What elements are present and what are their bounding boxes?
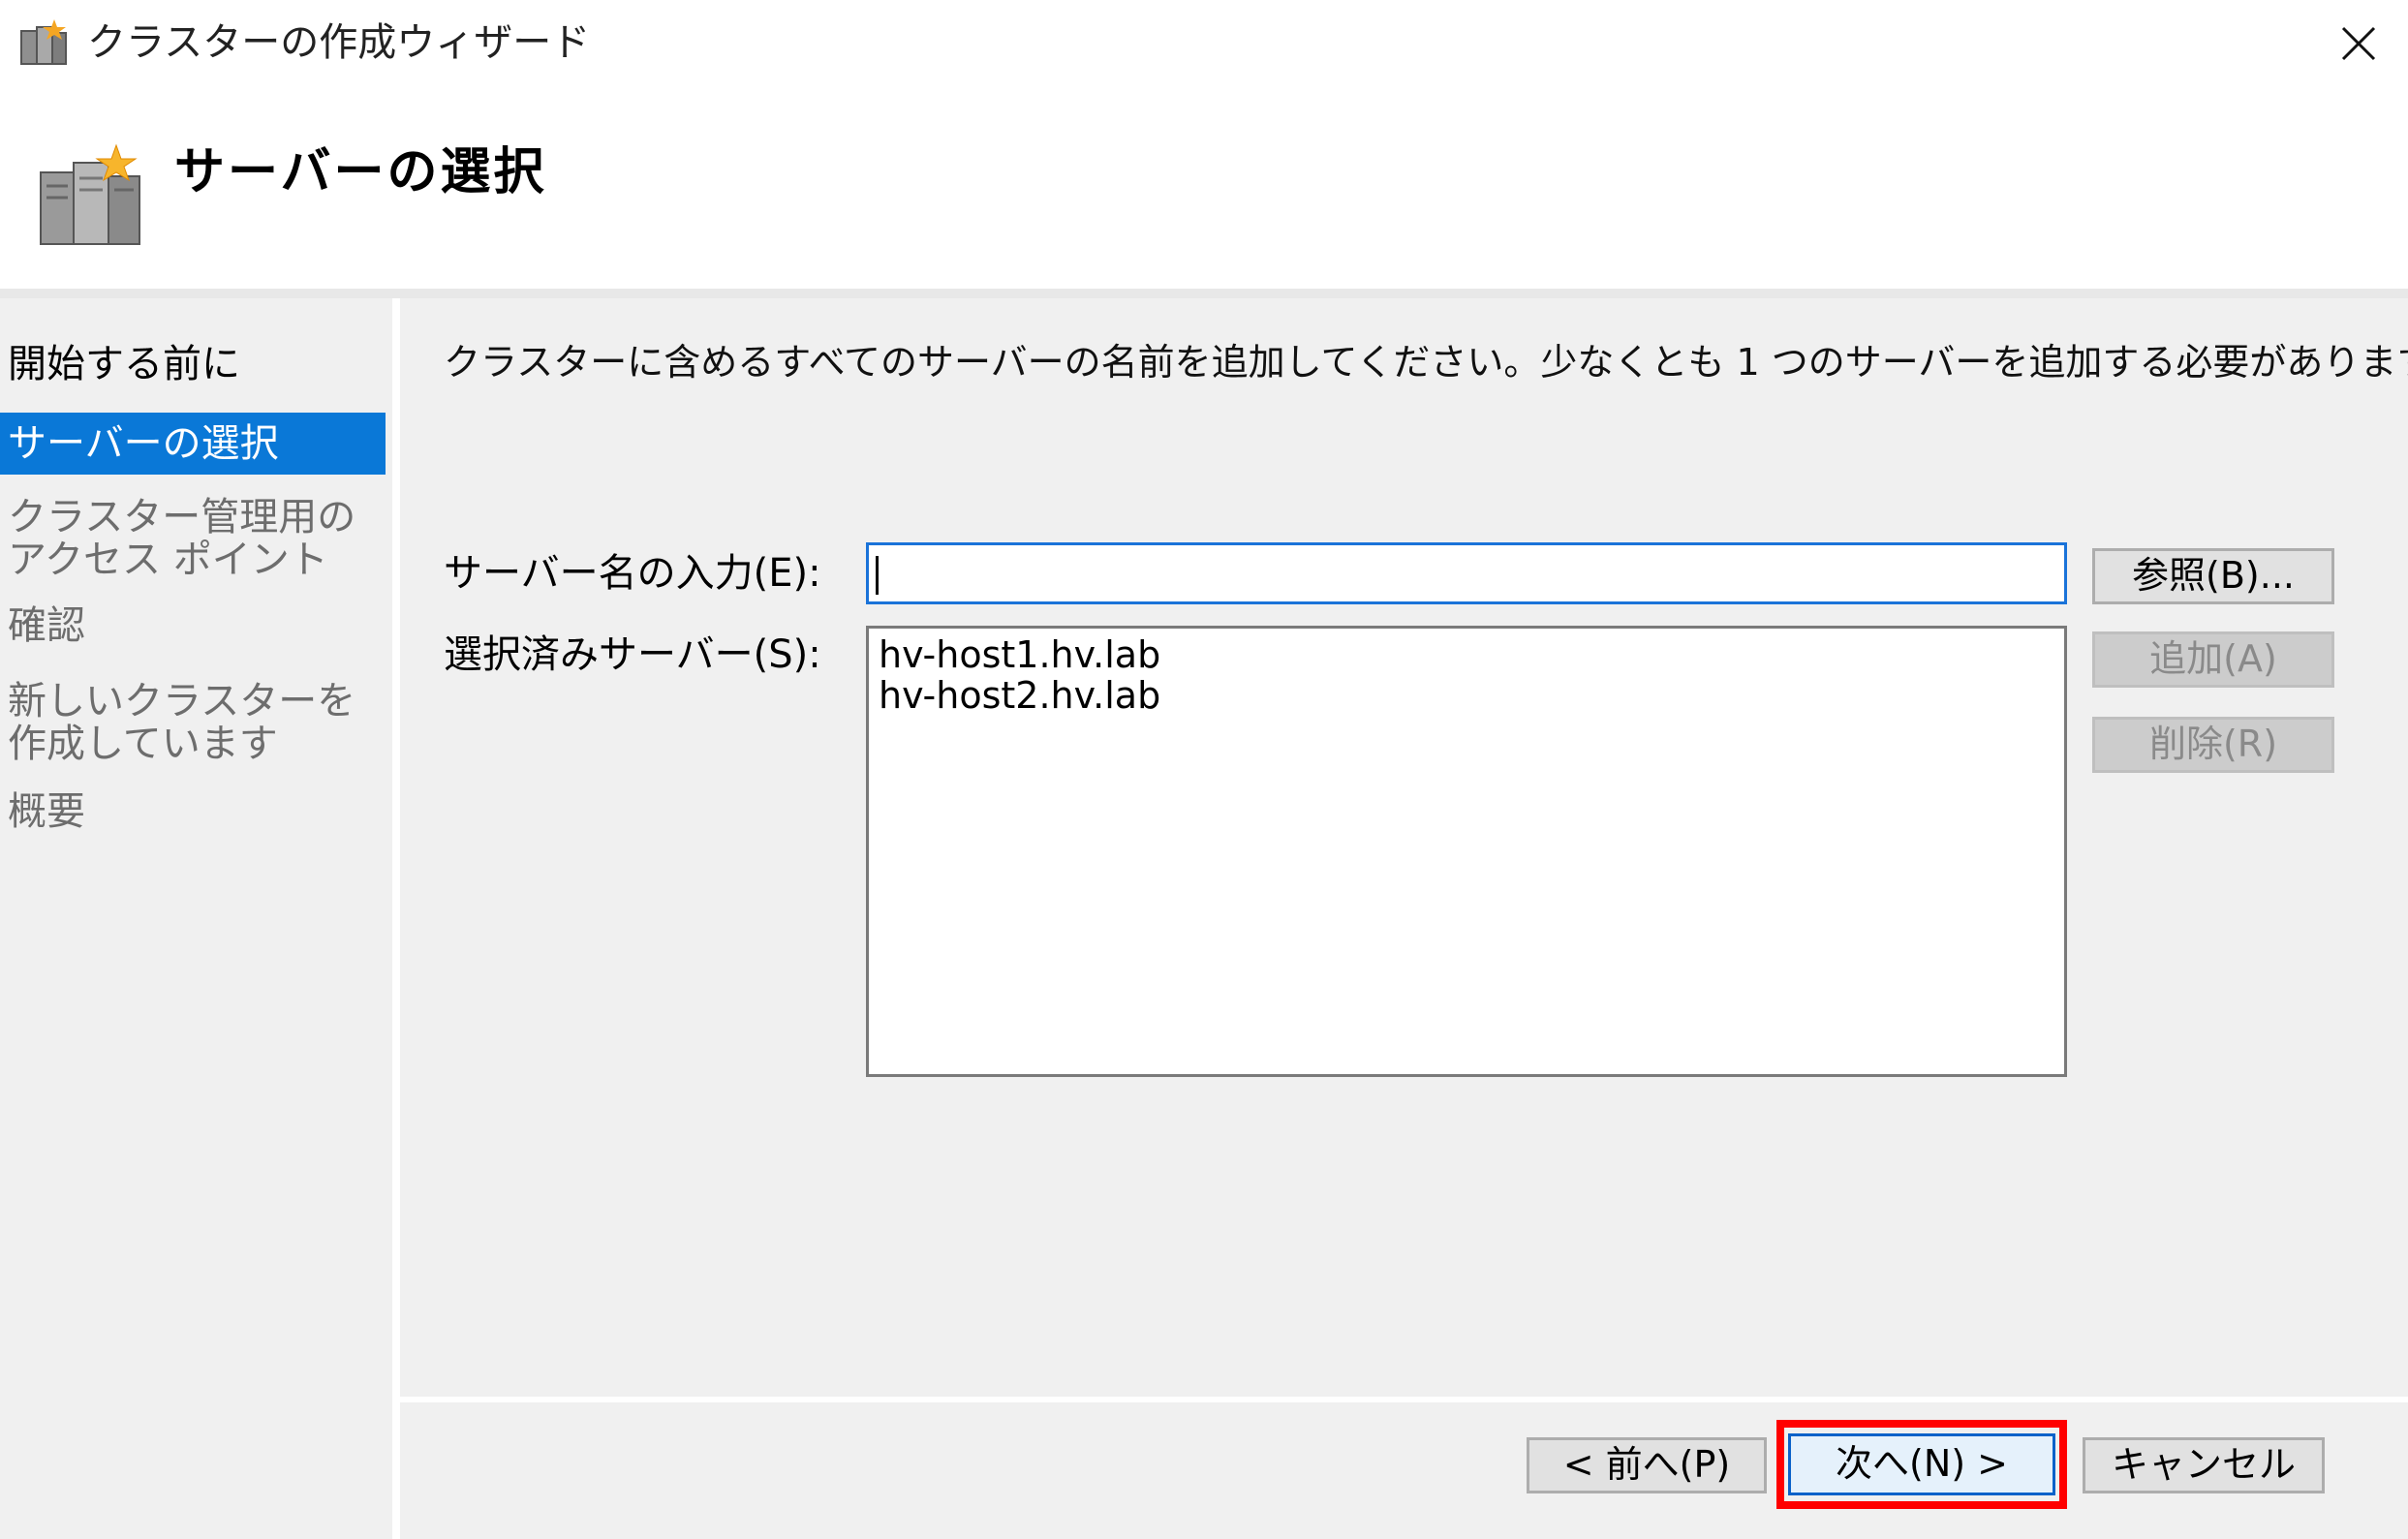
browse-button[interactable]: 参照(B)... [2092,548,2334,604]
remove-button[interactable]: 削除(R) [2092,717,2334,773]
wizard-steps-sidebar: 開始する前に サーバーの選択 クラスター管理用のアクセス ポイント 確認 新しい… [0,298,392,1539]
window-title: クラスターの作成ウィザード [87,20,591,65]
close-icon [2341,26,2376,61]
server-cluster-icon [35,143,151,250]
list-item[interactable]: hv-host1.hv.lab [879,634,2054,675]
step-select-servers[interactable]: サーバーの選択 [0,413,386,475]
text-caret [876,556,879,595]
add-button[interactable]: 追加(A) [2092,631,2334,688]
selected-servers-list[interactable]: hv-host1.hv.lab hv-host2.hv.lab [866,626,2067,1077]
sidebar-divider [392,298,400,1539]
step-before-you-begin[interactable]: 開始する前に [0,343,386,385]
footer-divider [400,1397,2408,1402]
instruction-text: クラスターに含めるすべてのサーバーの名前を追加してください。少なくとも 1 つの… [444,341,2408,384]
cancel-button[interactable]: キャンセル [2083,1437,2325,1493]
list-item[interactable]: hv-host2.hv.lab [879,675,2054,716]
step-access-point[interactable]: クラスター管理用のアクセス ポイント [0,496,378,581]
close-button[interactable] [2325,10,2393,77]
cluster-wizard-icon [17,17,72,72]
previous-button[interactable]: < 前へ(P) [1527,1437,1767,1493]
next-button[interactable]: 次へ(N) > [1788,1433,2055,1495]
header-divider [0,289,2408,298]
step-confirmation[interactable]: 確認 [0,604,386,647]
page-title: サーバーの選択 [174,143,547,201]
server-name-input[interactable] [866,542,2067,604]
server-name-label: サーバー名の入力(E): [444,551,821,596]
step-summary[interactable]: 概要 [0,790,386,833]
selected-servers-label: 選択済みサーバー(S): [444,632,821,677]
step-creating-cluster[interactable]: 新しいクラスターを作成しています [0,680,378,765]
